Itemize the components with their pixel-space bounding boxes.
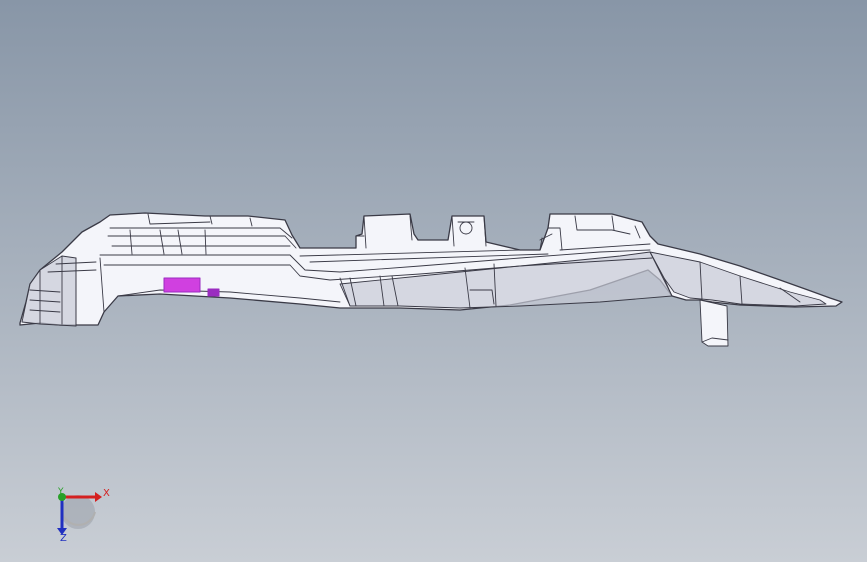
- x-axis-label: X: [103, 488, 110, 499]
- y-axis-label: Y: [58, 487, 64, 497]
- x-axis-arrowhead: [95, 492, 102, 502]
- z-axis-label: Z: [60, 533, 67, 544]
- triad-sphere: [61, 495, 95, 529]
- graphics-viewport[interactable]: X Y Z: [0, 0, 867, 562]
- coordinate-triad: [57, 492, 102, 535]
